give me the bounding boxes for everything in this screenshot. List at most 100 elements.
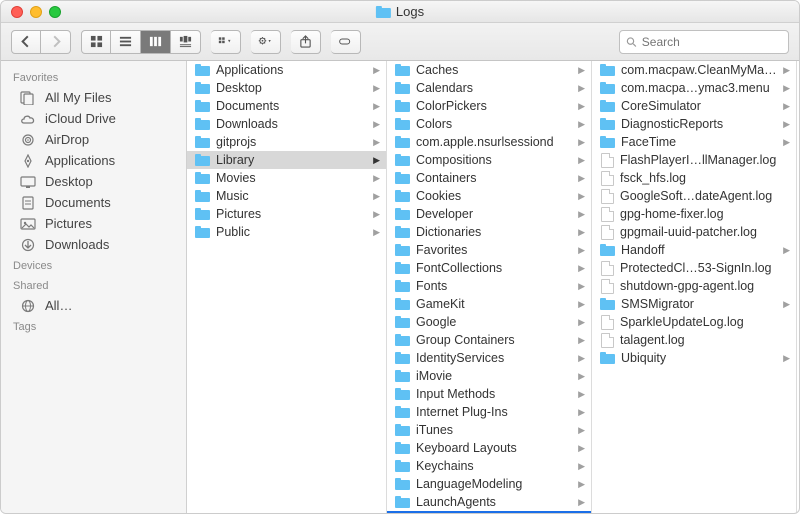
minimize-button[interactable] [30,6,42,18]
file-name: Ubiquity [621,351,777,365]
file-row[interactable]: ProtectedCl…53-SignIn.log [592,259,796,277]
file-name: Group Containers [416,333,572,347]
file-row[interactable]: ColorPickers▶ [387,97,591,115]
file-row[interactable]: Colors▶ [387,115,591,133]
column[interactable]: Caches▶Calendars▶ColorPickers▶Colors▶com… [387,61,592,513]
file-row[interactable]: Desktop▶ [187,79,386,97]
folder-icon [395,154,410,166]
sidebar-item[interactable]: iCloud Drive [1,108,186,129]
file-row[interactable]: Documents▶ [187,97,386,115]
forward-button[interactable] [41,30,71,54]
file-row[interactable]: Pictures▶ [187,205,386,223]
file-row[interactable]: Favorites▶ [387,241,591,259]
file-row[interactable]: Keychains▶ [387,457,591,475]
file-row[interactable]: Downloads▶ [187,115,386,133]
file-row[interactable]: FaceTime▶ [592,133,796,151]
file-row[interactable]: com.macpa…ymac3.menu▶ [592,79,796,97]
search-input[interactable] [642,35,782,49]
file-row[interactable]: Calendars▶ [387,79,591,97]
file-row[interactable]: shutdown-gpg-agent.log [592,277,796,295]
file-row[interactable]: Containers▶ [387,169,591,187]
chevron-right-icon: ▶ [373,173,380,184]
chevron-right-icon: ▶ [783,119,790,130]
chevron-right-icon: ▶ [578,137,585,148]
file-row[interactable]: iTunes▶ [387,421,591,439]
file-row[interactable]: gitprojs▶ [187,133,386,151]
file-row[interactable]: Input Methods▶ [387,385,591,403]
folder-icon [195,172,210,184]
sidebar-item[interactable]: All… [1,295,186,316]
file-row[interactable]: IdentityServices▶ [387,349,591,367]
chevron-right-icon: ▶ [578,299,585,310]
back-button[interactable] [11,30,41,54]
file-row[interactable]: CoreSimulator▶ [592,97,796,115]
sidebar-item[interactable]: Pictures [1,213,186,234]
file-row[interactable]: Logs▶ [387,511,591,513]
file-row[interactable]: Library▶ [187,151,386,169]
file-row[interactable]: LaunchAgents▶ [387,493,591,511]
file-row[interactable]: Fonts▶ [387,277,591,295]
action-button[interactable] [251,30,281,54]
chevron-right-icon: ▶ [783,101,790,112]
file-row[interactable]: Ubiquity▶ [592,349,796,367]
chevron-right-icon: ▶ [578,317,585,328]
file-row[interactable]: Keyboard Layouts▶ [387,439,591,457]
sidebar-heading: Devices [1,257,186,275]
file-row[interactable]: Caches▶ [387,61,591,79]
file-row[interactable]: gpgmail-uuid-patcher.log [592,223,796,241]
file-row[interactable]: Applications▶ [187,61,386,79]
sidebar-item[interactable]: All My Files [1,87,186,108]
nav-buttons [11,30,71,54]
column[interactable]: com.macpaw.CleanMyMac3▶com.macpa…ymac3.m… [592,61,797,513]
sidebar-item[interactable]: Downloads [1,234,186,255]
view-list-button[interactable] [111,30,141,54]
zoom-button[interactable] [49,6,61,18]
view-coverflow-button[interactable] [171,30,201,54]
file-row[interactable]: Movies▶ [187,169,386,187]
file-row[interactable]: com.apple.nsurlsessiond▶ [387,133,591,151]
arrange-button[interactable] [211,30,241,54]
file-row[interactable]: FlashPlayerI…llManager.log [592,151,796,169]
file-row[interactable]: DiagnosticReports▶ [592,115,796,133]
file-row[interactable]: Compositions▶ [387,151,591,169]
chevron-right-icon: ▶ [783,299,790,310]
file-name: com.macpa…ymac3.menu [621,81,777,95]
file-row[interactable]: talagent.log [592,331,796,349]
file-row[interactable]: LanguageModeling▶ [387,475,591,493]
share-button[interactable] [291,30,321,54]
folder-icon [395,190,410,202]
file-row[interactable]: SMSMigrator▶ [592,295,796,313]
file-row[interactable]: Handoff▶ [592,241,796,259]
file-row[interactable]: FontCollections▶ [387,259,591,277]
close-button[interactable] [11,6,23,18]
search-field[interactable] [619,30,789,54]
chevron-right-icon: ▶ [578,101,585,112]
sidebar-item[interactable]: AirDrop [1,129,186,150]
view-column-button[interactable] [141,30,171,54]
tags-button[interactable] [331,30,361,54]
file-row[interactable]: Music▶ [187,187,386,205]
chevron-right-icon: ▶ [783,245,790,256]
folder-icon [195,64,210,76]
file-row[interactable]: Cookies▶ [387,187,591,205]
file-row[interactable]: Internet Plug-Ins▶ [387,403,591,421]
file-row[interactable]: SparkleUpdateLog.log [592,313,796,331]
file-row[interactable]: Public▶ [187,223,386,241]
file-row[interactable]: gpg-home-fixer.log [592,205,796,223]
folder-icon [395,424,410,436]
file-row[interactable]: Google▶ [387,313,591,331]
column[interactable]: Applications▶Desktop▶Documents▶Downloads… [187,61,387,513]
sidebar-item[interactable]: Documents [1,192,186,213]
file-row[interactable]: GoogleSoft…dateAgent.log [592,187,796,205]
file-row[interactable]: Developer▶ [387,205,591,223]
file-row[interactable]: com.macpaw.CleanMyMac3▶ [592,61,796,79]
file-row[interactable]: fsck_hfs.log [592,169,796,187]
titlebar[interactable]: Logs [1,1,799,23]
file-row[interactable]: GameKit▶ [387,295,591,313]
view-icon-button[interactable] [81,30,111,54]
sidebar-item[interactable]: Applications [1,150,186,171]
file-row[interactable]: Group Containers▶ [387,331,591,349]
file-row[interactable]: Dictionaries▶ [387,223,591,241]
file-row[interactable]: iMovie▶ [387,367,591,385]
sidebar-item[interactable]: Desktop [1,171,186,192]
